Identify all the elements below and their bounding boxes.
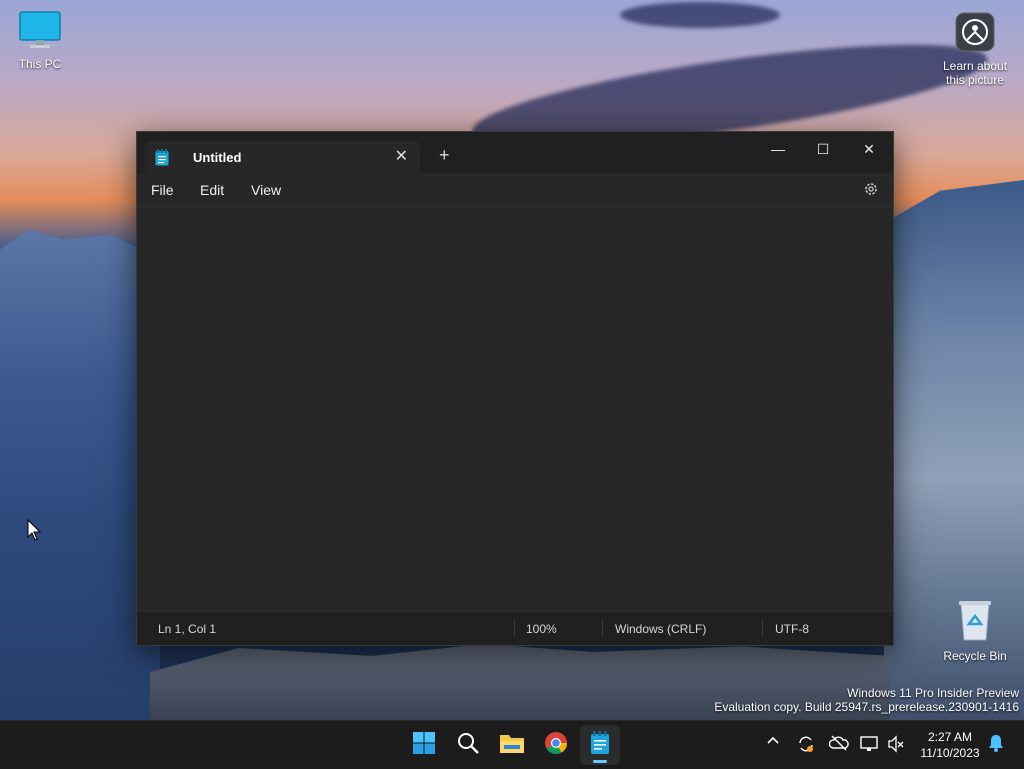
- notepad-window[interactable]: Untitled ✕ + — ☐ ✕ File Edit View Ln 1, …: [136, 131, 894, 646]
- start-button[interactable]: [404, 725, 444, 765]
- menu-bar: File Edit View: [137, 173, 893, 206]
- windows-evaluation-watermark: Windows 11 Pro Insider Preview Evaluatio…: [714, 686, 1019, 714]
- status-divider: [762, 618, 763, 638]
- menu-file[interactable]: File: [151, 182, 174, 198]
- search-button[interactable]: [448, 725, 488, 765]
- tab-title: Untitled: [193, 150, 242, 165]
- mouse-cursor-icon: [27, 518, 42, 546]
- camera-info-icon: [935, 12, 1015, 55]
- chevron-up-icon[interactable]: [766, 733, 780, 750]
- sync-icon[interactable]: [796, 734, 816, 757]
- menu-edit[interactable]: Edit: [200, 182, 224, 198]
- settings-gear-icon[interactable]: [863, 181, 879, 202]
- status-encoding: UTF-8: [775, 622, 809, 636]
- volume-muted-icon[interactable]: [887, 735, 905, 756]
- watermark-line: Windows 11 Pro Insider Preview: [847, 686, 1019, 700]
- clock-date: 11/10/2023: [920, 746, 980, 760]
- status-zoom: 100%: [526, 622, 557, 636]
- status-divider: [514, 618, 515, 638]
- wallpaper-cloud: [620, 2, 780, 28]
- status-line-endings: Windows (CRLF): [615, 622, 707, 636]
- chrome-button[interactable]: [536, 725, 576, 765]
- chrome-icon: [544, 731, 568, 760]
- clock-time: 2:27 AM: [927, 730, 973, 744]
- desktop-icon-this-pc[interactable]: This PC: [0, 10, 80, 71]
- menu-view[interactable]: View: [251, 182, 281, 198]
- network-icon[interactable]: [860, 735, 880, 756]
- active-app-indicator: [593, 760, 607, 763]
- desktop-icon-label: Learn about this picture: [942, 59, 1008, 87]
- desktop-icon-recycle-bin[interactable]: Recycle Bin: [935, 598, 1015, 663]
- notepad-icon: [590, 730, 610, 760]
- desktop-icon-label: Recycle Bin: [943, 649, 1007, 663]
- status-divider: [602, 618, 603, 638]
- maximize-button[interactable]: ☐: [801, 136, 845, 162]
- desktop-icon-label: This PC: [18, 57, 62, 71]
- notepad-taskbar-button[interactable]: [580, 725, 620, 765]
- title-bar[interactable]: Untitled ✕ + — ☐ ✕: [137, 132, 893, 173]
- notepad-icon: [155, 149, 169, 171]
- start-icon: [412, 731, 436, 760]
- recycle-bin-icon: [935, 598, 1015, 645]
- minimize-button[interactable]: —: [756, 136, 800, 162]
- close-tab-button[interactable]: ✕: [395, 146, 408, 166]
- monitor-icon: [0, 10, 80, 53]
- new-tab-button[interactable]: +: [439, 145, 450, 166]
- close-window-button[interactable]: ✕: [847, 136, 891, 162]
- desktop-icon-learn-about-picture[interactable]: Learn about this picture: [935, 12, 1015, 87]
- watermark-line: Evaluation copy. Build 25947.rs_prerelea…: [714, 700, 1019, 714]
- text-editor-area[interactable]: [137, 206, 893, 612]
- status-cursor-position: Ln 1, Col 1: [158, 622, 217, 636]
- system-clock[interactable]: 2:27 AM 11/10/2023: [915, 729, 985, 761]
- onedrive-icon[interactable]: [828, 735, 849, 754]
- search-icon: [456, 731, 480, 760]
- file-explorer-button[interactable]: [492, 725, 532, 765]
- file-explorer-icon: [499, 732, 525, 759]
- tab-untitled[interactable]: Untitled ✕: [145, 141, 420, 173]
- status-bar: Ln 1, Col 1 100% Windows (CRLF) UTF-8: [137, 611, 893, 645]
- notification-bell-icon[interactable]: [988, 734, 1004, 755]
- taskbar: 2:27 AM 11/10/2023: [0, 720, 1024, 769]
